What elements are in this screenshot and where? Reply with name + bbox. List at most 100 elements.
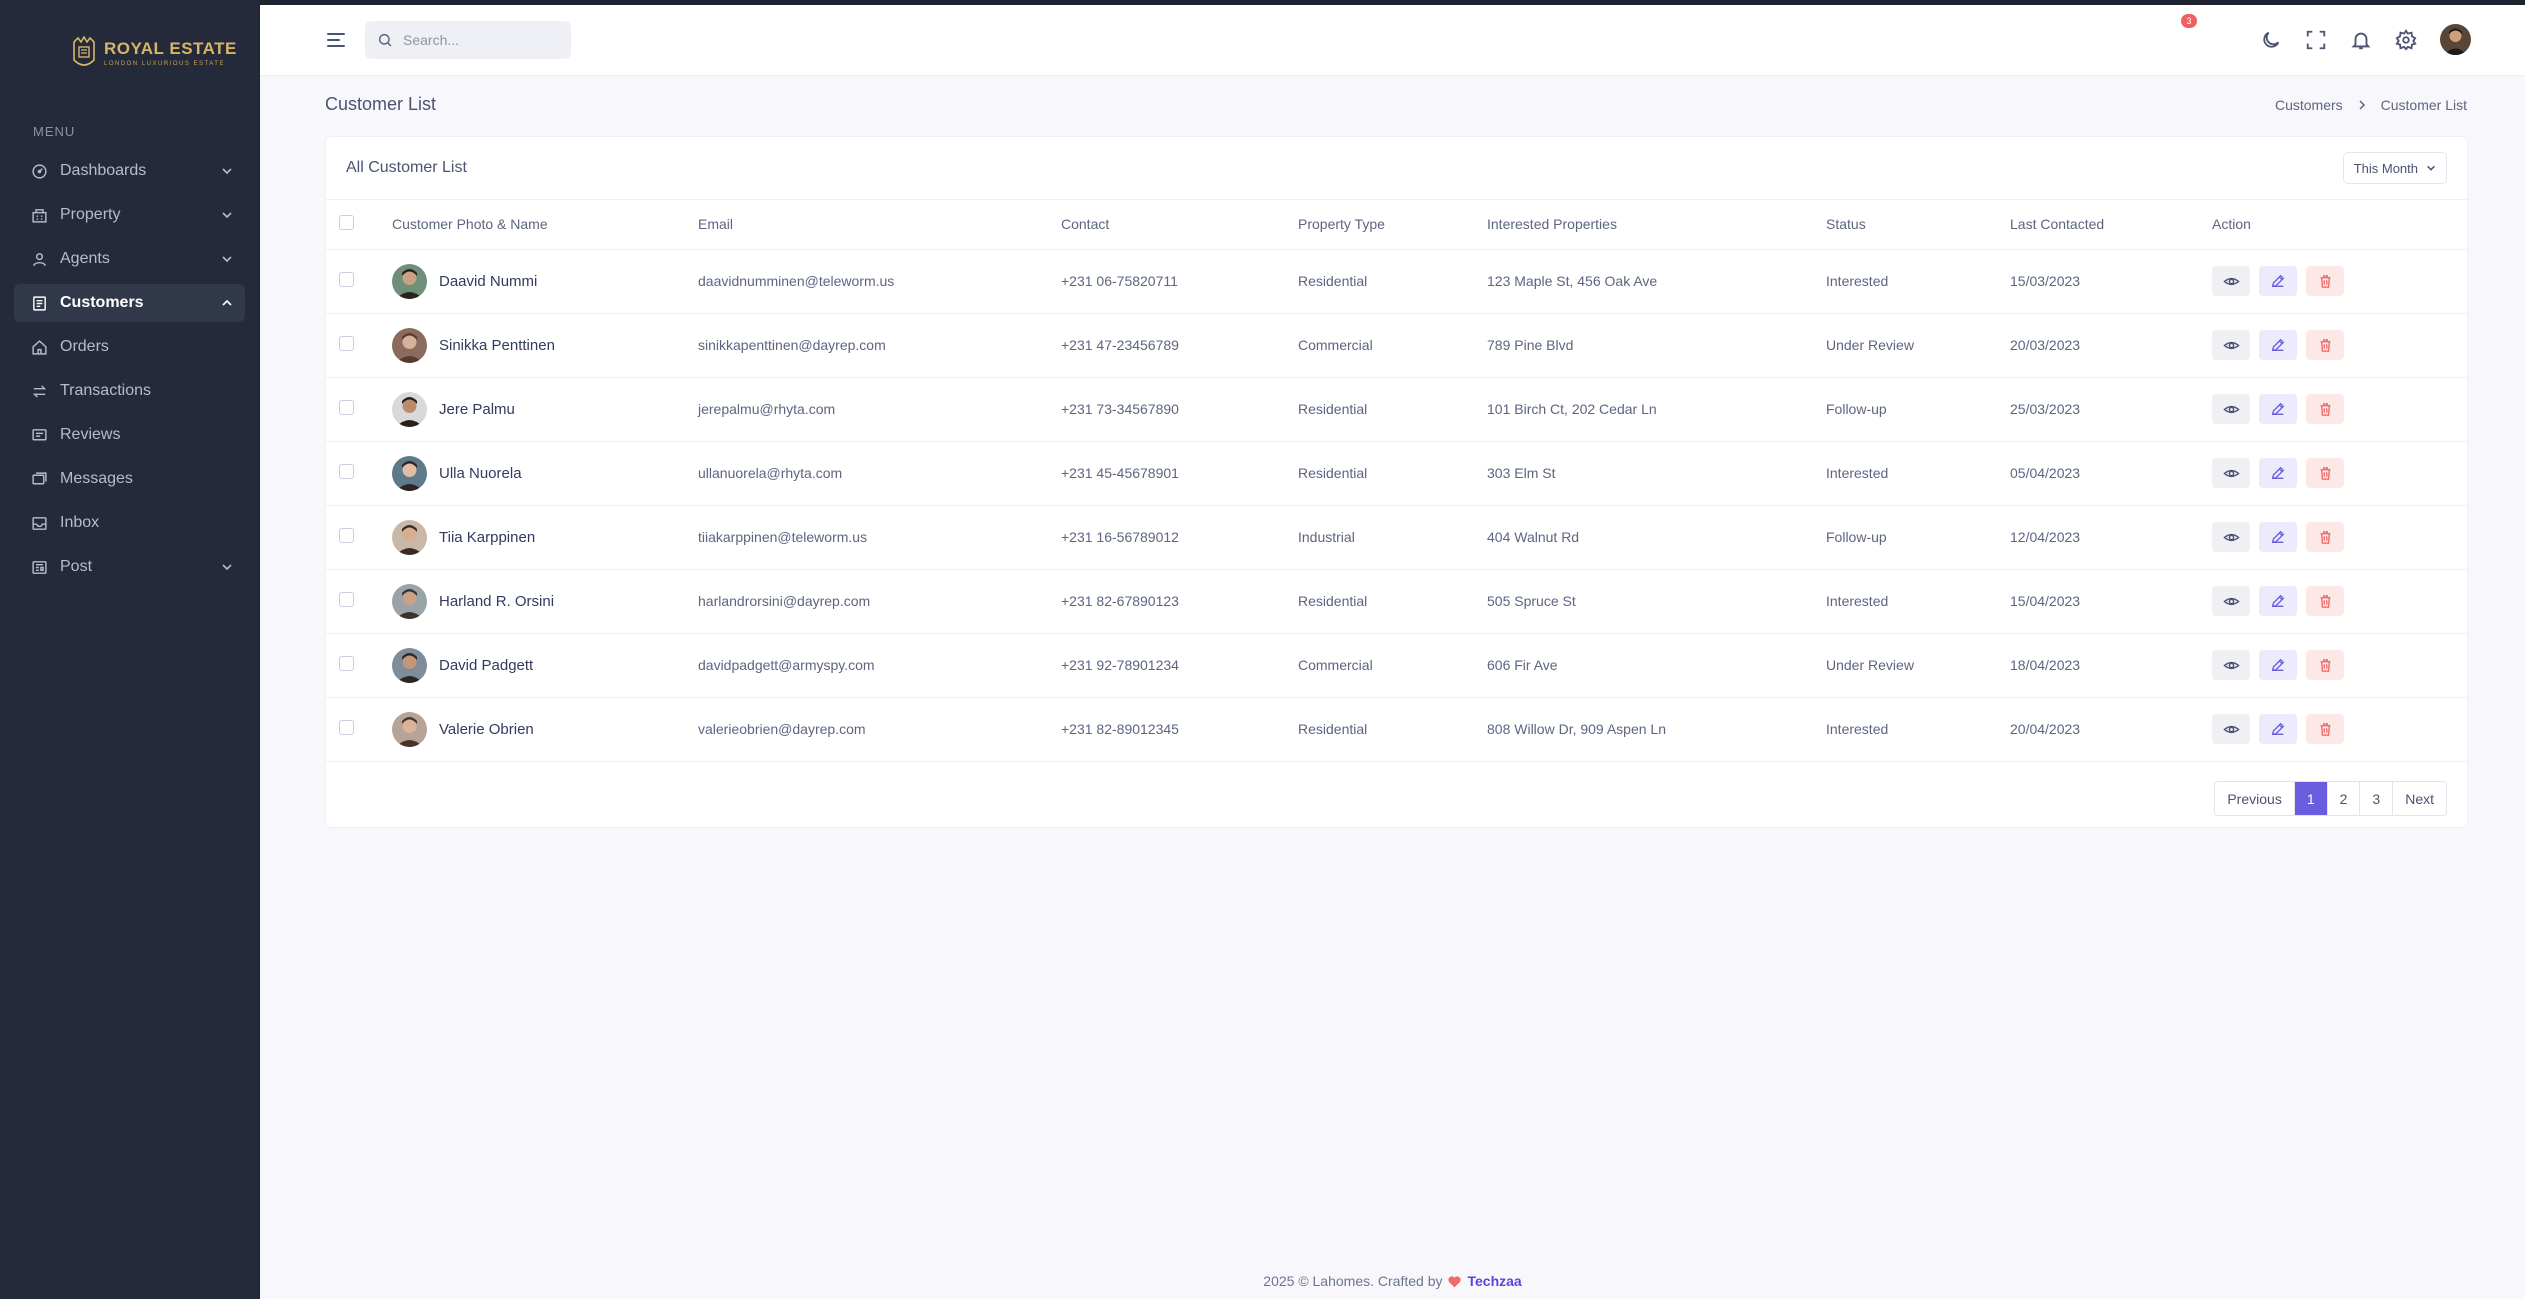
delete-button[interactable] [2306,714,2344,744]
col-header-email[interactable]: Email [698,200,1061,250]
row-checkbox[interactable] [339,592,354,607]
footer-brand-link[interactable]: Techzaa [1467,1273,1521,1289]
customer-name[interactable]: David Padgett [439,657,533,674]
pagination-page-2[interactable]: 2 [2327,782,2361,815]
col-header-name[interactable]: Customer Photo & Name [392,200,698,250]
col-header-last-contacted[interactable]: Last Contacted [2010,200,2212,250]
sidebar-item-messages[interactable]: Messages [14,460,245,498]
edit-button[interactable] [2259,330,2297,360]
table-row[interactable]: David Padgett davidpadgett@armyspy.com +… [326,633,2467,697]
col-header-contact[interactable]: Contact [1061,200,1298,250]
delete-button[interactable] [2306,458,2344,488]
table-row[interactable]: Ulla Nuorela ullanuorela@rhyta.com +231 … [326,441,2467,505]
customer-name[interactable]: Jere Palmu [439,401,515,418]
eye-icon [2222,341,2240,349]
sidebar-item-post[interactable]: Post [14,548,245,586]
sidebar-item-property[interactable]: Property [14,196,245,234]
customer-property-type: Residential [1298,593,1368,609]
table-row[interactable]: Jere Palmu jerepalmu@rhyta.com +231 73-3… [326,377,2467,441]
view-button[interactable] [2212,586,2250,616]
customer-name[interactable]: Harland R. Orsini [439,593,554,610]
menu-toggle-icon[interactable] [325,29,347,51]
card-header: All Customer List This Month [326,137,2467,200]
table-row[interactable]: Harland R. Orsini harlandrorsini@dayrep.… [326,569,2467,633]
view-button[interactable] [2212,394,2250,424]
customer-name[interactable]: Ulla Nuorela [439,465,522,482]
edit-button[interactable] [2259,714,2297,744]
customer-email: jerepalmu@rhyta.com [698,401,836,417]
row-checkbox[interactable] [339,272,354,287]
delete-button[interactable] [2306,650,2344,680]
customer-list-card: All Customer List This Month Customer Ph… [325,136,2468,828]
sidebar-item-reviews[interactable]: Reviews [14,416,245,454]
customer-name[interactable]: Valerie Obrien [439,721,534,738]
delete-button[interactable] [2306,522,2344,552]
delete-button[interactable] [2306,266,2344,296]
pagination-next[interactable]: Next [2393,782,2446,815]
page-title: Customer List [325,94,437,114]
pagination-page-1[interactable]: 1 [2294,782,2328,815]
row-checkbox[interactable] [339,464,354,479]
chevron-down-icon [221,165,233,177]
period-filter-dropdown[interactable]: This Month [2342,152,2447,184]
row-checkbox[interactable] [339,720,354,735]
edit-button[interactable] [2259,650,2297,680]
sidebar-item-agents[interactable]: Agents [14,240,245,278]
row-checkbox[interactable] [339,656,354,671]
sidebar-item-transactions[interactable]: Transactions [14,372,245,410]
view-button[interactable] [2212,522,2250,552]
select-all-checkbox[interactable] [339,215,354,231]
notification-count-badge: 3 [2181,14,2197,28]
fullscreen-button[interactable] [2304,28,2328,52]
pencil-icon [2271,338,2285,352]
customer-name[interactable]: Tiia Karppinen [439,529,535,546]
row-checkbox[interactable] [339,400,354,415]
brand-title: ROYAL ESTATE [104,39,237,58]
view-button[interactable] [2212,458,2250,488]
row-checkbox[interactable] [339,336,354,351]
dark-mode-toggle[interactable] [2259,28,2283,52]
delete-button[interactable] [2306,394,2344,424]
sidebar-menu: Dashboards Property Agents Customers Ord… [14,152,245,592]
table-row[interactable]: Sinikka Penttinen sinikkapenttinen@dayre… [326,313,2467,377]
view-button[interactable] [2212,650,2250,680]
crest-logo-icon [73,36,95,66]
sidebar-item-dashboards[interactable]: Dashboards [14,152,245,190]
view-button[interactable] [2212,330,2250,360]
settings-button[interactable] [2394,28,2418,52]
view-button[interactable] [2212,266,2250,296]
customer-contact: +231 82-67890123 [1061,593,1179,609]
row-select-cell [326,249,392,313]
customer-last-contacted: 20/04/2023 [2010,721,2081,737]
table-row[interactable]: Tiia Karppinen tiiakarppinen@teleworm.us… [326,505,2467,569]
pagination-page-3[interactable]: 3 [2360,782,2394,815]
table-row[interactable]: Daavid Nummi daavidnumminen@teleworm.us … [326,249,2467,313]
sidebar-item-customers[interactable]: Customers [14,284,245,322]
customer-interested-properties: 101 Birch Ct, 202 Cedar Ln [1487,401,1657,417]
customer-name[interactable]: Daavid Nummi [439,273,537,290]
logo[interactable]: ROYAL ESTATE LONDON LUXURIOUS ESTATE [72,36,237,70]
pagination-previous[interactable]: Previous [2215,782,2295,815]
edit-button[interactable] [2259,458,2297,488]
search-input[interactable] [403,32,563,48]
view-button[interactable] [2212,714,2250,744]
row-checkbox[interactable] [339,528,354,543]
edit-button[interactable] [2259,522,2297,552]
col-header-interested-properties[interactable]: Interested Properties [1487,200,1826,250]
edit-button[interactable] [2259,586,2297,616]
col-header-status[interactable]: Status [1826,200,2010,250]
customer-name[interactable]: Sinikka Penttinen [439,337,555,354]
user-avatar[interactable] [2440,24,2471,55]
breadcrumb-link-customers[interactable]: Customers [2275,97,2343,113]
notifications-button[interactable] [2349,28,2373,52]
delete-button[interactable] [2306,330,2344,360]
col-header-property-type[interactable]: Property Type [1298,200,1487,250]
arrows-swap-icon [30,382,48,400]
edit-button[interactable] [2259,394,2297,424]
table-row[interactable]: Valerie Obrien valerieobrien@dayrep.com … [326,697,2467,761]
delete-button[interactable] [2306,586,2344,616]
edit-button[interactable] [2259,266,2297,296]
sidebar-item-orders[interactable]: Orders [14,328,245,366]
sidebar-item-label: Post [60,558,93,575]
sidebar-item-inbox[interactable]: Inbox [14,504,245,542]
